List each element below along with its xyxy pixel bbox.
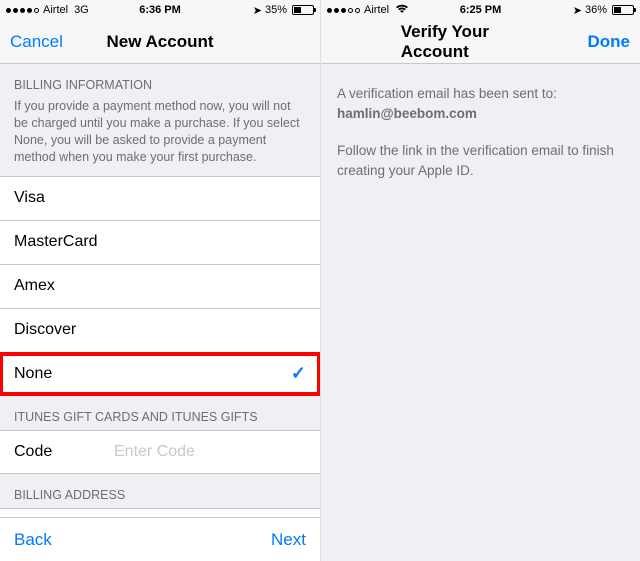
status-time: 6:25 PM <box>460 4 502 16</box>
phone-right: Airtel 6:25 PM ➤ 36% Verify Your Account… <box>320 0 640 561</box>
battery-icon <box>292 5 314 15</box>
battery-pct: 36% <box>585 4 607 16</box>
page-title: Verify Your Account <box>401 22 561 62</box>
network-label: 3G <box>74 4 89 16</box>
page-title: New Account <box>106 32 213 52</box>
payment-option-label: Visa <box>14 189 45 207</box>
gift-code-input[interactable]: Enter Code <box>114 443 195 461</box>
payment-option-label: None <box>14 365 52 383</box>
bottom-toolbar: Back Next <box>0 517 320 561</box>
payment-option-row[interactable]: MasterCard <box>0 220 320 264</box>
nav-bar: Verify Your Account Done <box>321 20 640 64</box>
verify-sent-text: A verification email has been sent to: <box>337 86 557 101</box>
status-time: 6:36 PM <box>139 4 181 16</box>
payment-option-row[interactable]: Discover <box>0 308 320 352</box>
payment-option-label: Amex <box>14 277 55 295</box>
back-button[interactable]: Back <box>14 530 52 550</box>
battery-pct: 35% <box>265 4 287 16</box>
signal-dots <box>327 8 360 13</box>
content-scroll[interactable]: BILLING INFORMATION If you provide a pay… <box>0 64 320 517</box>
carrier-label: Airtel <box>43 4 68 16</box>
next-button[interactable]: Next <box>271 530 306 550</box>
payment-option-label: Discover <box>14 321 76 339</box>
payment-option-row[interactable]: Amex <box>0 264 320 308</box>
billing-info-desc: If you provide a payment method now, you… <box>0 98 320 176</box>
gift-code-label: Code <box>14 443 114 461</box>
signal-dots <box>6 8 39 13</box>
wifi-icon <box>395 4 409 17</box>
billing-address-header: BILLING ADDRESS <box>0 474 320 508</box>
payment-option-row[interactable]: None ✓ <box>0 352 320 396</box>
cancel-button[interactable]: Cancel <box>10 32 63 52</box>
nav-bar: Cancel New Account <box>0 20 320 64</box>
phone-left: Airtel 3G 6:36 PM ➤ 35% Cancel New Accou… <box>0 0 320 561</box>
location-icon: ➤ <box>253 4 262 17</box>
billing-info-header: BILLING INFORMATION <box>0 64 320 98</box>
gift-code-row[interactable]: Code Enter Code <box>0 430 320 474</box>
status-bar: Airtel 3G 6:36 PM ➤ 35% <box>0 0 320 20</box>
verify-content: A verification email has been sent to: h… <box>321 64 640 218</box>
verify-email: hamlin@beebom.com <box>337 106 477 121</box>
done-button[interactable]: Done <box>588 32 631 52</box>
location-icon: ➤ <box>573 4 582 17</box>
gift-cards-header: ITUNES GIFT CARDS AND ITUNES GIFTS <box>0 396 320 430</box>
battery-icon <box>612 5 634 15</box>
status-bar: Airtel 6:25 PM ➤ 36% <box>321 0 640 20</box>
address-row[interactable]: TitleMr. <box>0 508 320 518</box>
carrier-label: Airtel <box>364 4 389 16</box>
verify-instruction: Follow the link in the verification emai… <box>337 141 624 180</box>
payment-option-label: MasterCard <box>14 233 98 251</box>
checkmark-icon: ✓ <box>291 363 306 384</box>
payment-option-row[interactable]: Visa <box>0 176 320 220</box>
